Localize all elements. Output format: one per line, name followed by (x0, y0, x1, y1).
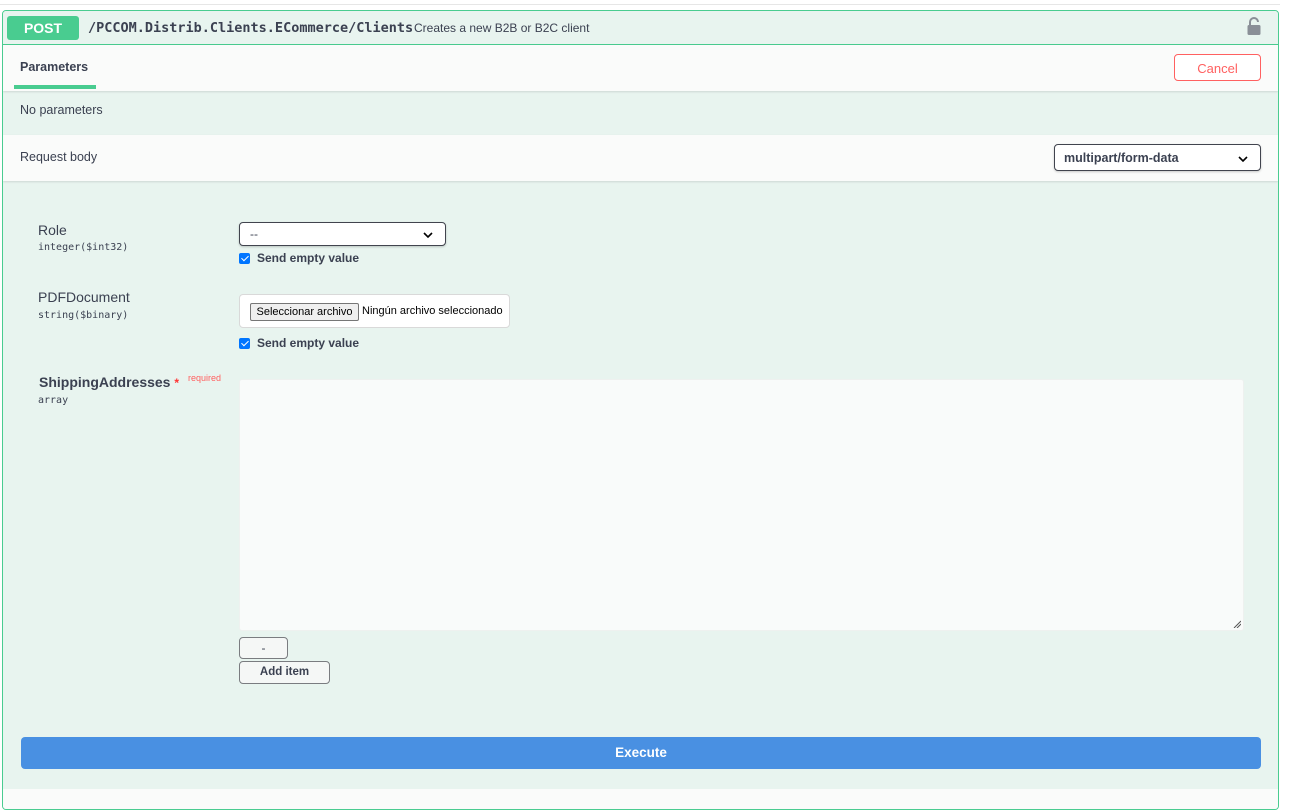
role-select[interactable]: -- (239, 222, 446, 246)
param-pdf-type: string($binary) (38, 310, 129, 321)
tab-header: Parameters Cancel (3, 45, 1278, 91)
request-body-title: Request body (20, 150, 98, 164)
remove-item-button[interactable]: - (239, 637, 288, 659)
param-pdf-name: PDFDocument (38, 289, 130, 305)
content-type-select[interactable]: multipart/form-data (1054, 144, 1261, 171)
request-body-header: Request body multipart/form-data (3, 135, 1278, 181)
content-type-value: multipart/form-data (1064, 151, 1179, 165)
param-role-name: Role (38, 222, 67, 238)
operation-description: Creates a new B2B or B2C client (414, 21, 590, 35)
pdf-send-empty: Send empty value (239, 336, 359, 350)
chevron-down-icon (423, 232, 433, 239)
chevron-down-icon (1238, 156, 1248, 163)
resize-handle-icon[interactable] (1233, 620, 1241, 628)
method-badge: POST (7, 16, 79, 40)
cancel-button[interactable]: Cancel (1174, 54, 1261, 81)
tab-active-indicator (14, 85, 96, 89)
pdf-send-empty-label: Send empty value (257, 336, 360, 350)
param-role-type: integer($int32) (38, 242, 129, 253)
role-send-empty: Send empty value (239, 251, 359, 265)
shipping-addresses-textarea[interactable] (239, 379, 1244, 631)
param-shipping-name: ShippingAddresses * (39, 374, 179, 390)
operation-block: POST /PCCOM.Distrib.Clients.ECommerce/Cl… (2, 10, 1279, 810)
add-item-button[interactable]: Add item (239, 661, 330, 684)
file-status-text: Ningún archivo seleccionado (362, 305, 503, 317)
role-send-empty-checkbox[interactable] (239, 252, 250, 264)
role-selected-value: -- (250, 227, 258, 241)
tab-parameters[interactable]: Parameters (20, 60, 88, 74)
no-parameters-text: No parameters (20, 103, 103, 117)
top-divider (0, 4, 1280, 5)
pdf-file-input: Seleccionar archivo Ningún archivo selec… (239, 294, 510, 328)
required-label: required (188, 373, 222, 383)
operation-path: /PCCOM.Distrib.Clients.ECommerce/Clients (88, 20, 414, 36)
responses-section (3, 789, 1278, 809)
param-shipping-label: ShippingAddresses (39, 374, 171, 390)
param-shipping-type: array (38, 395, 69, 406)
execute-button[interactable]: Execute (21, 737, 1261, 769)
pdf-send-empty-checkbox[interactable] (239, 337, 250, 349)
required-marker: * (174, 376, 180, 390)
lock-icon[interactable] (1246, 16, 1262, 36)
role-send-empty-label: Send empty value (257, 251, 360, 265)
choose-file-button[interactable]: Seleccionar archivo (250, 303, 359, 321)
operation-summary[interactable]: POST /PCCOM.Distrib.Clients.ECommerce/Cl… (3, 11, 1278, 45)
